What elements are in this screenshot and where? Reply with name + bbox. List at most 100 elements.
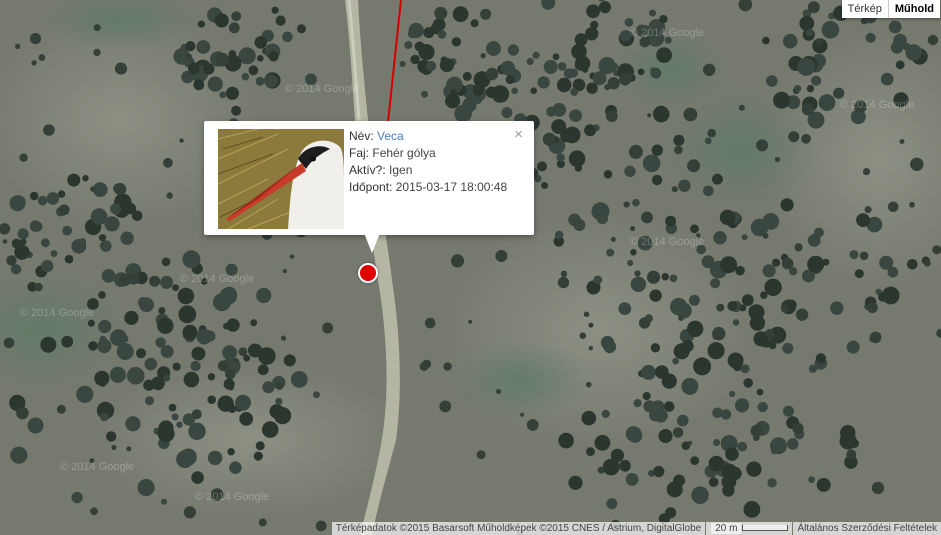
bird-location-marker[interactable] [358, 263, 378, 283]
tree-canopy [552, 103, 567, 117]
tree-canopy [649, 9, 657, 17]
tree-canopy [109, 366, 126, 383]
tree-canopy [426, 60, 437, 72]
tree-canopy [485, 67, 499, 81]
tree-canopy [637, 68, 645, 76]
tree-canopy [569, 109, 582, 122]
tree-canopy [691, 486, 709, 505]
tree-canopy [678, 179, 691, 192]
tree-canopy [157, 317, 174, 334]
bird-name-link[interactable]: Veca [377, 129, 404, 143]
tree-canopy [496, 389, 501, 394]
tree-canopy [470, 19, 479, 28]
tree-canopy [833, 87, 845, 99]
tree-canopy [721, 463, 738, 480]
tree-canopy [501, 107, 513, 119]
map-type-map-button[interactable]: Térkép [841, 0, 888, 18]
tree-canopy [807, 255, 825, 273]
tree-canopy [120, 231, 134, 245]
tree-canopy [3, 337, 15, 349]
google-watermark: © 2014 Google [180, 273, 254, 285]
close-icon[interactable]: × [514, 127, 523, 143]
tree-canopy [100, 240, 112, 252]
tree-canopy [16, 406, 29, 420]
tree-canopy [753, 434, 760, 442]
tree-canopy [770, 437, 787, 455]
tree-canopy [214, 13, 229, 28]
tree-canopy [661, 273, 669, 281]
active-value: Igen [389, 163, 413, 177]
tree-canopy [582, 66, 589, 73]
tree-canopy [650, 67, 657, 74]
attribution-text: Térképadatok ©2015 Basarsoft Műholdképek… [331, 522, 706, 535]
tree-canopy [762, 213, 780, 230]
tree-canopy [193, 79, 205, 91]
tree-canopy [11, 238, 22, 249]
tree-canopy [221, 286, 237, 302]
tree-canopy [439, 58, 454, 73]
tree-canopy [821, 20, 840, 39]
map-type-satellite-button[interactable]: Műhold [887, 0, 940, 18]
tree-canopy [275, 382, 284, 390]
tree-canopy [590, 20, 599, 29]
tree-canopy [601, 409, 610, 418]
tree-canopy [183, 371, 200, 388]
tree-canopy [450, 254, 465, 268]
tree-canopy [106, 431, 117, 442]
tree-canopy [610, 448, 625, 462]
tree-canopy [624, 165, 636, 178]
tree-canopy [865, 32, 876, 43]
tree-canopy [197, 20, 205, 28]
scale-bar[interactable]: 20 m [706, 522, 793, 535]
satellite-imagery: © 2014 Google © 2014 Google © 2014 Google ©… [0, 0, 941, 535]
tree-canopy [196, 328, 213, 345]
tree-canopy [670, 297, 688, 316]
tree-canopy [432, 18, 446, 31]
satellite-map[interactable]: © 2014 Google © 2014 Google © 2014 Google ©… [0, 0, 941, 535]
tree-canopy [767, 478, 777, 488]
tree-canopy [563, 126, 581, 144]
tree-canopy [922, 52, 927, 56]
tree-canopy [720, 256, 738, 274]
tree-canopy [190, 360, 201, 372]
tree-canopy [632, 198, 640, 207]
tree-canopy [203, 63, 215, 75]
terms-link[interactable]: Általános Szerződési Feltételek [793, 522, 941, 535]
tree-canopy [585, 381, 592, 388]
tree-canopy [537, 76, 550, 89]
tree-canopy [806, 84, 815, 93]
tree-canopy [38, 54, 46, 61]
tree-canopy [871, 481, 885, 495]
tree-canopy [257, 55, 264, 62]
tree-canopy [126, 367, 145, 385]
tree-canopy [792, 422, 804, 434]
tree-canopy [31, 60, 37, 66]
tree-canopy [228, 50, 237, 58]
tree-canopy [41, 238, 50, 248]
tree-canopy [399, 60, 406, 67]
tree-canopy [155, 337, 166, 348]
tree-canopy [124, 310, 139, 325]
tree-canopy [475, 97, 482, 104]
tree-canopy [50, 250, 58, 257]
tree-canopy [780, 304, 790, 313]
tree-canopy [563, 68, 575, 79]
tree-canopy [899, 139, 905, 144]
tree-canopy [217, 395, 234, 412]
scale-ruler [742, 525, 789, 532]
tree-canopy [434, 6, 448, 20]
tree-canopy [797, 57, 816, 76]
tree-canopy [182, 332, 189, 339]
tree-canopy [603, 340, 617, 354]
tree-canopy [741, 294, 754, 306]
tree-canopy [500, 60, 516, 76]
tree-canopy [188, 422, 206, 440]
tree-canopy [158, 420, 174, 436]
tree-canopy [801, 103, 815, 116]
google-watermark: © 2014 Google [285, 83, 359, 95]
tree-canopy [166, 192, 173, 199]
tree-canopy [881, 286, 900, 305]
tree-canopy [437, 29, 447, 39]
tree-canopy [783, 33, 798, 49]
tree-canopy [788, 131, 800, 143]
